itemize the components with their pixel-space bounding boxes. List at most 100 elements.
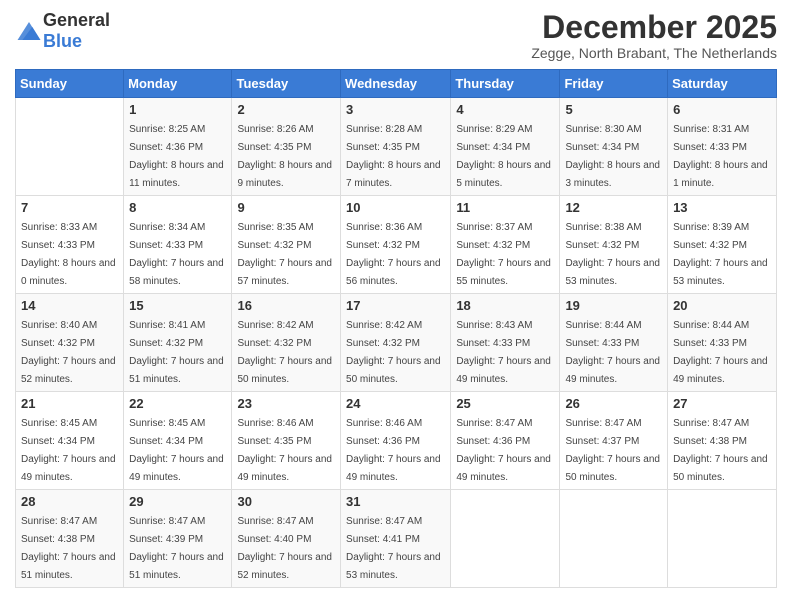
day-number: 17 [346,298,445,313]
day-number: 9 [237,200,335,215]
page-header: General Blue December 2025 Zegge, North … [15,10,777,61]
day-number: 10 [346,200,445,215]
day-info: Sunrise: 8:42 AMSunset: 4:32 PMDaylight:… [237,320,332,385]
day-number: 22 [129,396,226,411]
calendar-cell: 24 Sunrise: 8:46 AMSunset: 4:36 PMDayligh… [341,392,451,490]
day-number: 24 [346,396,445,411]
day-number: 16 [237,298,335,313]
calendar-week-row: 1Sunrise: 8:25 AMSunset: 4:36 PMDaylight… [16,98,777,196]
day-number: 3 [346,102,445,117]
day-info: Sunrise: 8:47 AMSunset: 4:38 PMDaylight:… [21,516,116,581]
calendar-cell: 1Sunrise: 8:25 AMSunset: 4:36 PMDaylight… [124,98,232,196]
calendar-cell: 12Sunrise: 8:38 AMSunset: 4:32 PMDayligh… [560,196,668,294]
weekday-header-saturday: Saturday [668,70,777,98]
day-info: Sunrise: 8:40 AMSunset: 4:32 PMDaylight:… [21,320,116,385]
day-number: 11 [456,200,554,215]
day-number: 14 [21,298,118,313]
day-number: 8 [129,200,226,215]
day-info: Sunrise: 8:42 AMSunset: 4:32 PMDaylight:… [346,320,441,385]
day-number: 12 [565,200,662,215]
day-number: 31 [346,494,445,509]
month-title: December 2025 [531,10,777,45]
day-info: Sunrise: 8:47 AMSunset: 4:40 PMDaylight:… [237,516,332,581]
calendar-cell: 18Sunrise: 8:43 AMSunset: 4:33 PMDayligh… [451,294,560,392]
day-info: Sunrise: 8:25 AMSunset: 4:36 PMDaylight:… [129,124,224,189]
calendar-cell: 5 Sunrise: 8:30 AMSunset: 4:34 PMDaylight… [560,98,668,196]
calendar-cell: 17 Sunrise: 8:42 AMSunset: 4:32 PMDayligh… [341,294,451,392]
logo-general-text: General [43,10,110,30]
calendar-cell: 15 Sunrise: 8:41 AMSunset: 4:32 PMDayligh… [124,294,232,392]
calendar-cell: 13 Sunrise: 8:39 AMSunset: 4:32 PMDayligh… [668,196,777,294]
day-info: Sunrise: 8:30 AMSunset: 4:34 PMDaylight:… [565,124,660,189]
calendar-cell [668,490,777,588]
weekday-header-sunday: Sunday [16,70,124,98]
calendar-cell: 26Sunrise: 8:47 AMSunset: 4:37 PMDayligh… [560,392,668,490]
day-number: 6 [673,102,771,117]
day-number: 29 [129,494,226,509]
calendar-week-row: 28 Sunrise: 8:47 AMSunset: 4:38 PMDayligh… [16,490,777,588]
day-info: Sunrise: 8:41 AMSunset: 4:32 PMDaylight:… [129,320,224,385]
day-info: Sunrise: 8:28 AMSunset: 4:35 PMDaylight:… [346,124,441,189]
calendar-cell: 21Sunrise: 8:45 AMSunset: 4:34 PMDayligh… [16,392,124,490]
day-number: 19 [565,298,662,313]
calendar-week-row: 21Sunrise: 8:45 AMSunset: 4:34 PMDayligh… [16,392,777,490]
calendar-cell: 19 Sunrise: 8:44 AMSunset: 4:33 PMDayligh… [560,294,668,392]
calendar-cell [451,490,560,588]
calendar-week-row: 7 Sunrise: 8:33 AMSunset: 4:33 PMDaylight… [16,196,777,294]
logo-icon [17,22,41,40]
calendar-cell: 7 Sunrise: 8:33 AMSunset: 4:33 PMDaylight… [16,196,124,294]
day-number: 26 [565,396,662,411]
day-info: Sunrise: 8:34 AMSunset: 4:33 PMDaylight:… [129,222,224,287]
day-info: Sunrise: 8:36 AMSunset: 4:32 PMDaylight:… [346,222,441,287]
weekday-header-tuesday: Tuesday [232,70,341,98]
day-info: Sunrise: 8:47 AMSunset: 4:41 PMDaylight:… [346,516,441,581]
day-info: Sunrise: 8:44 AMSunset: 4:33 PMDaylight:… [673,320,768,385]
title-area: December 2025 Zegge, North Brabant, The … [531,10,777,61]
day-info: Sunrise: 8:31 AMSunset: 4:33 PMDaylight:… [673,124,768,189]
day-number: 13 [673,200,771,215]
day-info: Sunrise: 8:46 AMSunset: 4:35 PMDaylight:… [237,418,332,483]
day-number: 30 [237,494,335,509]
day-info: Sunrise: 8:47 AMSunset: 4:39 PMDaylight:… [129,516,224,581]
calendar-cell: 27Sunrise: 8:47 AMSunset: 4:38 PMDayligh… [668,392,777,490]
calendar-cell [16,98,124,196]
day-info: Sunrise: 8:47 AMSunset: 4:36 PMDaylight:… [456,418,551,483]
calendar-cell: 4Sunrise: 8:29 AMSunset: 4:34 PMDaylight… [451,98,560,196]
weekday-header-monday: Monday [124,70,232,98]
day-info: Sunrise: 8:45 AMSunset: 4:34 PMDaylight:… [21,418,116,483]
calendar-cell: 11Sunrise: 8:37 AMSunset: 4:32 PMDayligh… [451,196,560,294]
calendar-cell: 10 Sunrise: 8:36 AMSunset: 4:32 PMDayligh… [341,196,451,294]
calendar-cell: 3 Sunrise: 8:28 AMSunset: 4:35 PMDaylight… [341,98,451,196]
calendar-cell: 31 Sunrise: 8:47 AMSunset: 4:41 PMDayligh… [341,490,451,588]
day-info: Sunrise: 8:35 AMSunset: 4:32 PMDaylight:… [237,222,332,287]
day-number: 28 [21,494,118,509]
day-info: Sunrise: 8:45 AMSunset: 4:34 PMDaylight:… [129,418,224,483]
calendar-cell: 28 Sunrise: 8:47 AMSunset: 4:38 PMDayligh… [16,490,124,588]
day-info: Sunrise: 8:29 AMSunset: 4:34 PMDaylight:… [456,124,551,189]
weekday-header-thursday: Thursday [451,70,560,98]
calendar-cell: 23Sunrise: 8:46 AMSunset: 4:35 PMDayligh… [232,392,341,490]
day-number: 15 [129,298,226,313]
calendar-cell: 14 Sunrise: 8:40 AMSunset: 4:32 PMDayligh… [16,294,124,392]
day-info: Sunrise: 8:46 AMSunset: 4:36 PMDaylight:… [346,418,441,483]
location-title: Zegge, North Brabant, The Netherlands [531,45,777,61]
calendar-cell: 22 Sunrise: 8:45 AMSunset: 4:34 PMDayligh… [124,392,232,490]
day-number: 20 [673,298,771,313]
day-info: Sunrise: 8:39 AMSunset: 4:32 PMDaylight:… [673,222,768,287]
day-number: 2 [237,102,335,117]
calendar-cell: 16 Sunrise: 8:42 AMSunset: 4:32 PMDayligh… [232,294,341,392]
day-number: 27 [673,396,771,411]
calendar-cell: 29 Sunrise: 8:47 AMSunset: 4:39 PMDayligh… [124,490,232,588]
calendar-cell: 30 Sunrise: 8:47 AMSunset: 4:40 PMDayligh… [232,490,341,588]
day-info: Sunrise: 8:44 AMSunset: 4:33 PMDaylight:… [565,320,660,385]
day-number: 7 [21,200,118,215]
day-number: 18 [456,298,554,313]
calendar-cell [560,490,668,588]
calendar-cell: 20 Sunrise: 8:44 AMSunset: 4:33 PMDayligh… [668,294,777,392]
calendar-cell: 25Sunrise: 8:47 AMSunset: 4:36 PMDayligh… [451,392,560,490]
calendar-cell: 2Sunrise: 8:26 AMSunset: 4:35 PMDaylight… [232,98,341,196]
day-number: 5 [565,102,662,117]
day-info: Sunrise: 8:33 AMSunset: 4:33 PMDaylight:… [21,222,116,287]
logo: General Blue [15,10,110,52]
weekday-header-wednesday: Wednesday [341,70,451,98]
